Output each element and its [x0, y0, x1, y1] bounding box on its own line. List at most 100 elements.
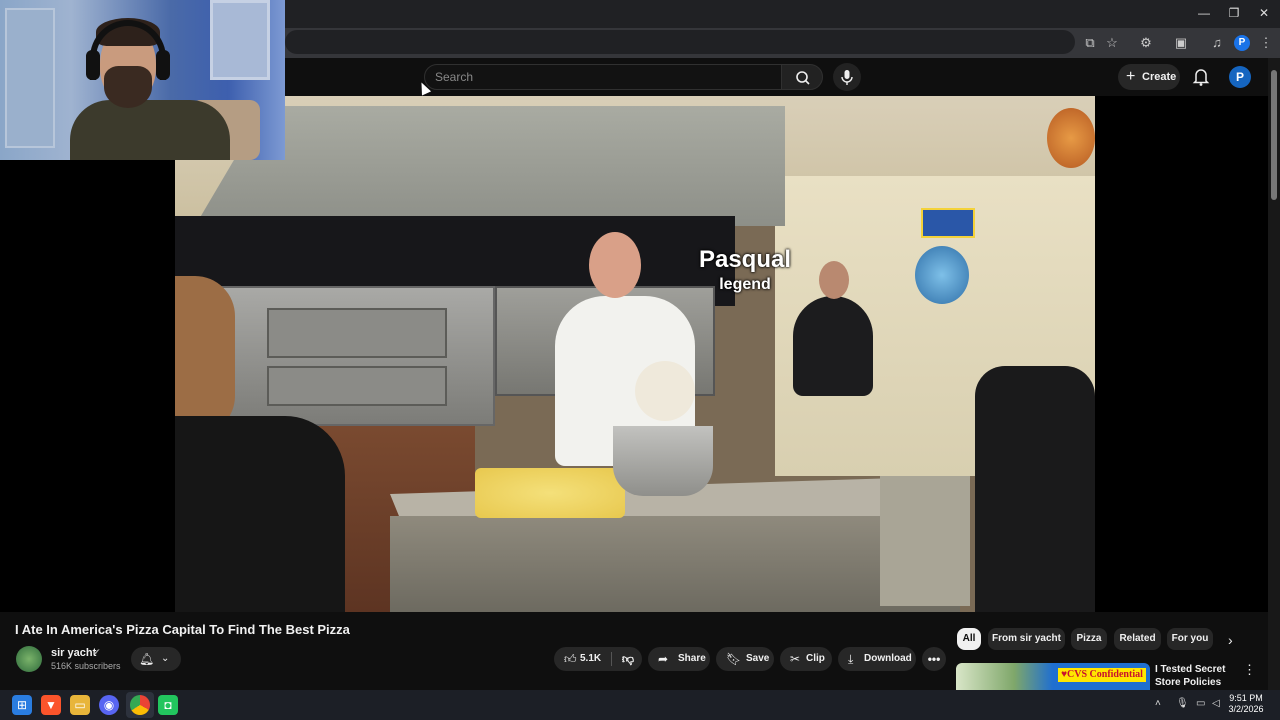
- like-dislike-group: 👍︎ 5.1K 👎︎: [554, 647, 642, 671]
- voice-search-button[interactable]: [833, 63, 861, 91]
- microphone-icon: [841, 70, 853, 85]
- like-button[interactable]: 👍︎ 5.1K: [554, 647, 610, 671]
- video-decor-plate: [915, 246, 969, 304]
- video-counter: [390, 516, 960, 612]
- video-worker-head: [819, 261, 849, 299]
- search-icon: [796, 71, 810, 85]
- webcam-streamer-body: [70, 100, 230, 160]
- windows-taskbar: [0, 690, 1280, 720]
- video-worker: [793, 296, 873, 396]
- clip-button[interactable]: ✂ Clip: [780, 647, 832, 671]
- headset-ear-left: [86, 50, 100, 80]
- windows-start-icon[interactable]: ⊞: [12, 695, 32, 715]
- more-horizontal-icon: •••: [927, 652, 941, 666]
- subscriber-count: 516K subscribers: [51, 661, 121, 671]
- download-label: Download: [864, 653, 912, 664]
- clock-time: 9:51 PM: [1229, 693, 1263, 703]
- bell-icon: 🔔︎: [139, 652, 155, 666]
- share-label: Share: [678, 653, 706, 664]
- file-explorer-icon[interactable]: ▭: [70, 695, 90, 715]
- like-divider: [611, 652, 612, 666]
- restore-button[interactable]: ❐: [1220, 4, 1248, 22]
- menu-icon[interactable]: ⋮: [1256, 33, 1276, 53]
- notifications-button[interactable]: [1188, 64, 1214, 90]
- video-cup-stack: [880, 476, 970, 606]
- star-icon[interactable]: ☆: [1102, 33, 1122, 53]
- cast-icon[interactable]: ⧉: [1080, 33, 1100, 53]
- video-pizza-maker-head: [589, 232, 641, 298]
- channel-avatar[interactable]: [16, 646, 42, 672]
- microphone-tray-icon[interactable]: 🎙︎: [1176, 698, 1189, 709]
- bookmark-icon: 🔖︎: [726, 652, 742, 666]
- share-button[interactable]: ➦ Share: [648, 647, 710, 671]
- app-icon[interactable]: ◘: [158, 695, 178, 715]
- video-pizza-oven: [205, 286, 495, 426]
- video-foreground-person: [175, 416, 345, 612]
- verified-icon: ✔: [93, 647, 101, 657]
- video-player[interactable]: Pasqual legend: [175, 96, 1095, 612]
- media-icon[interactable]: ♫: [1207, 33, 1227, 53]
- brave-browser-icon[interactable]: ▼: [41, 695, 61, 715]
- create-label: Create: [1142, 71, 1177, 83]
- chip-related[interactable]: Related: [1114, 628, 1161, 650]
- close-window-button[interactable]: ✕: [1250, 4, 1278, 22]
- like-count: 5.1K: [580, 653, 602, 664]
- dislike-button[interactable]: 👎︎: [614, 647, 642, 671]
- profile-icon[interactable]: P: [1234, 35, 1250, 51]
- chrome-icon[interactable]: [130, 695, 150, 715]
- search-input[interactable]: Search: [424, 64, 782, 90]
- minimize-button[interactable]: —: [1190, 4, 1218, 22]
- search-button[interactable]: [781, 64, 823, 90]
- clock[interactable]: 9:51 PM 3/2/2026: [1226, 693, 1266, 715]
- thumbs-down-icon: 👎︎: [621, 652, 635, 666]
- video-title: I Ate In America's Pizza Capital To Find…: [15, 622, 350, 637]
- chevron-down-icon: ⌄: [161, 653, 170, 664]
- webcam-door: [5, 8, 55, 148]
- address-bar[interactable]: [285, 30, 1075, 54]
- download-button[interactable]: ⤓ Download: [838, 647, 916, 671]
- sidebar-icon[interactable]: ▣: [1171, 33, 1191, 53]
- channel-name[interactable]: sir yacht: [51, 647, 96, 659]
- video-cheese-tray: [475, 468, 625, 518]
- video-shop-sign: [921, 208, 975, 238]
- video-sauce-pot: [613, 426, 713, 496]
- video-caption-subtitle: legend: [719, 276, 771, 293]
- more-actions-button[interactable]: •••: [922, 647, 946, 671]
- scrollbar-thumb[interactable]: [1271, 70, 1277, 200]
- chip-pizza[interactable]: Pizza: [1071, 628, 1107, 650]
- video-foreground-hair: [175, 276, 235, 436]
- save-label: Save: [746, 653, 770, 664]
- chip-for-you[interactable]: For you: [1167, 628, 1213, 650]
- save-button[interactable]: 🔖︎ Save: [716, 647, 774, 671]
- more-vertical-icon[interactable]: ⋮: [1243, 662, 1256, 678]
- player-letterbox-left: [0, 160, 175, 612]
- discord-icon[interactable]: ◉: [99, 695, 119, 715]
- video-foreground-chair: [975, 366, 1095, 612]
- video-caption-name: Pasqual: [698, 246, 792, 273]
- chip-from-channel[interactable]: From sir yacht: [988, 628, 1065, 650]
- bell-icon: [1192, 69, 1210, 86]
- chip-all[interactable]: All: [957, 628, 981, 650]
- volume-icon[interactable]: ◁: [1212, 698, 1220, 709]
- download-icon: ⤓: [848, 652, 854, 666]
- tray-chevron-icon[interactable]: ˄: [1155, 698, 1161, 709]
- thumbs-up-icon: 👍︎: [564, 652, 577, 666]
- player-letterbox-right: [1095, 96, 1268, 612]
- network-icon[interactable]: ▭: [1196, 698, 1205, 709]
- webcam-picture-frame: [210, 0, 270, 80]
- create-button[interactable]: + Create: [1118, 64, 1180, 90]
- extensions-icon[interactable]: ⚙: [1136, 33, 1156, 53]
- chevron-right-icon[interactable]: ›: [1228, 632, 1233, 648]
- video-dough: [635, 361, 695, 421]
- clip-label: Clip: [806, 653, 825, 664]
- recommendation-thumbnail-text: ♥CVS Confidential: [1058, 668, 1146, 682]
- video-pizza-clock: [1047, 108, 1095, 168]
- headset-ear-right: [156, 50, 170, 80]
- subscribed-button[interactable]: 🔔︎ ⌄: [131, 647, 181, 671]
- clock-date: 3/2/2026: [1228, 704, 1264, 714]
- recommendation-title[interactable]: I Tested Secret Store Policies: [1155, 663, 1245, 689]
- webcam-overlay: [0, 0, 285, 160]
- share-icon: ➦: [658, 652, 669, 666]
- account-avatar[interactable]: P: [1229, 66, 1251, 88]
- plus-icon: +: [1126, 68, 1136, 85]
